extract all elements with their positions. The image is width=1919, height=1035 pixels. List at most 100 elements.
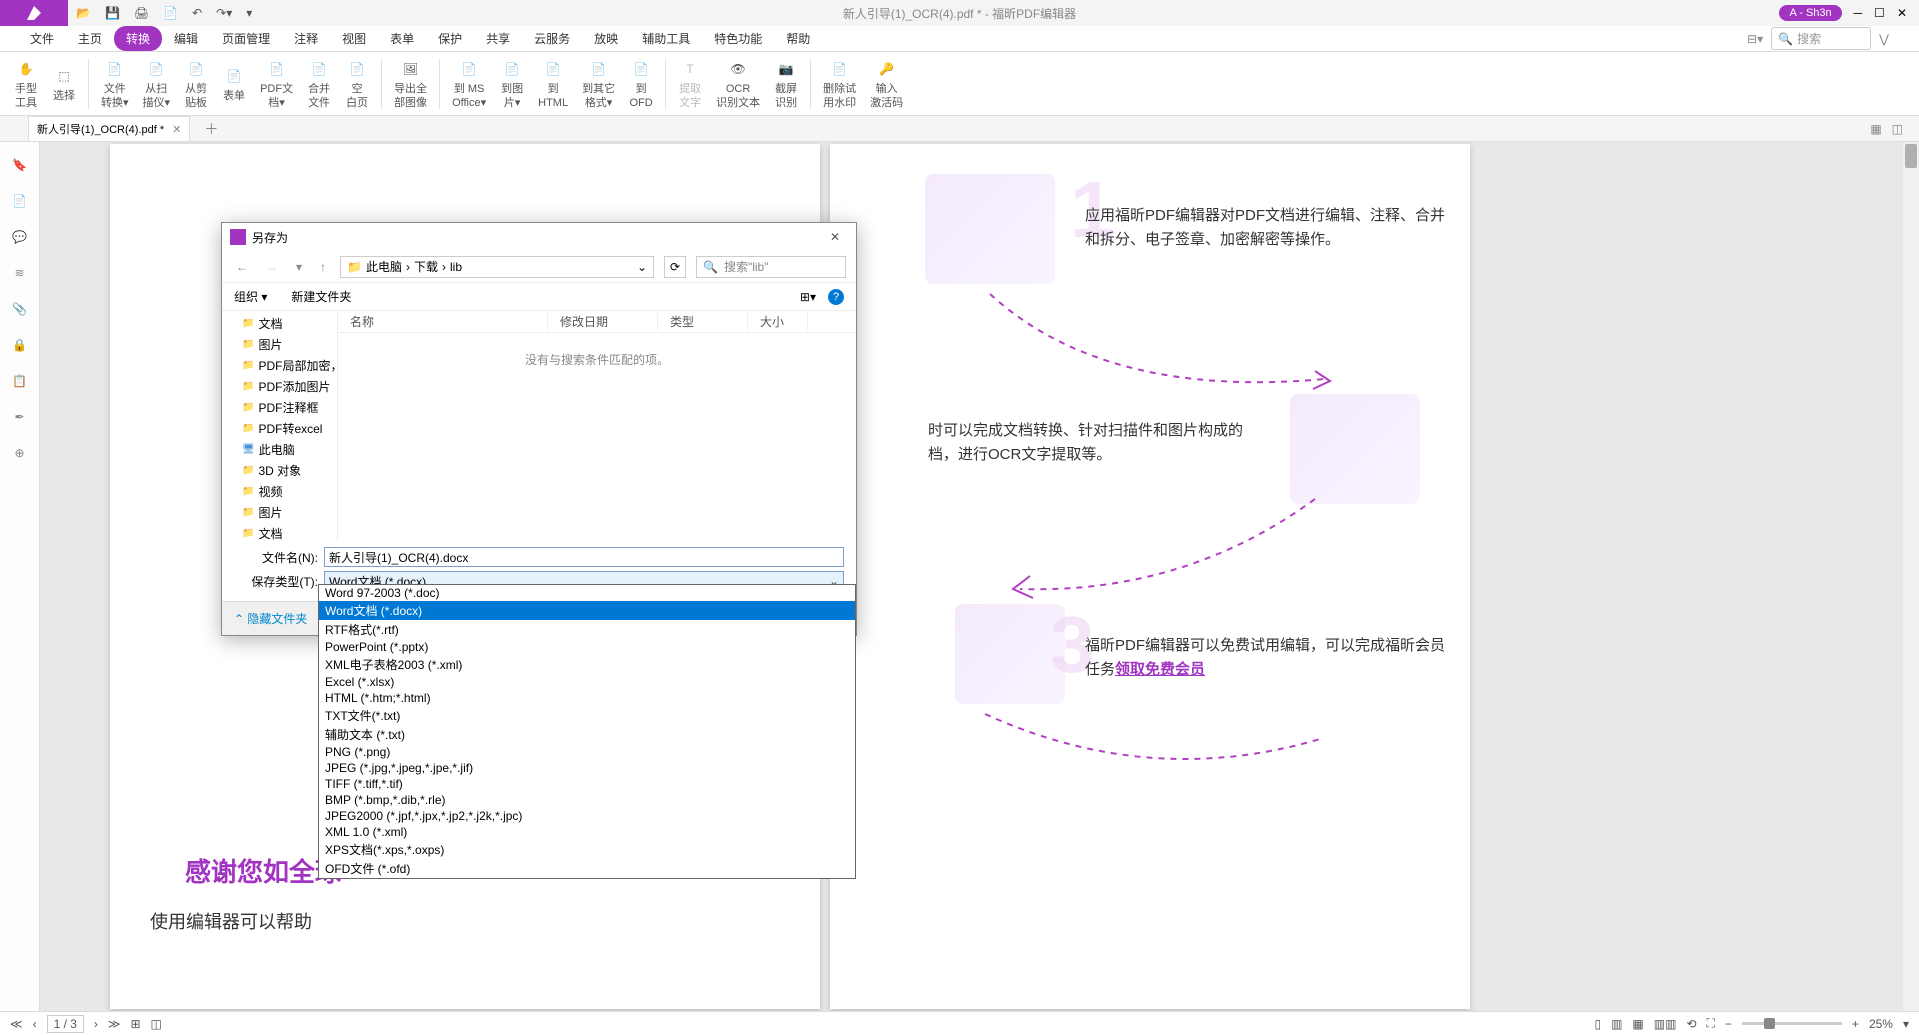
tree-node[interactable]: 📁3D 对象 [222,460,337,481]
filetype-option[interactable]: HTML (*.htm;*.html) [319,690,855,706]
ribbon-remove-trial-watermark[interactable]: 📄删除试 用水印 [817,55,862,111]
tree-node[interactable]: 📁PDF局部加密，F [222,355,337,376]
menu-表单[interactable]: 表单 [378,26,426,51]
view-grid-icon[interactable]: ▦ [1870,122,1881,136]
next-page-icon[interactable]: › [94,1017,98,1031]
qat-redo-icon[interactable]: ↷▾ [216,6,232,20]
nav-up-icon[interactable]: ↑ [316,258,330,276]
filetype-option[interactable]: XML 1.0 (*.xml) [319,824,855,840]
tree-node[interactable]: 📁图片 [222,334,337,355]
rotate-icon[interactable]: ⟲ [1686,1017,1696,1031]
ribbon-screenshot-ocr[interactable]: 📷截屏 识别 [768,55,804,111]
tree-node[interactable]: 📁文档 [222,523,337,541]
search-box[interactable]: 🔍 搜索 [1771,27,1871,50]
zoom-out-icon[interactable]: − [1725,1017,1732,1031]
col-date[interactable]: 修改日期 [548,313,658,330]
menu-放映[interactable]: 放映 [582,26,630,51]
sidebar-comment-icon[interactable]: 💬 [12,230,27,244]
ribbon-pdf-file[interactable]: 📄PDF文 档▾ [254,55,299,111]
sidebar-attach-icon[interactable]: 📎 [12,302,27,316]
sidebar-form-icon[interactable]: 📋 [12,374,27,388]
menu-注释[interactable]: 注释 [282,26,330,51]
filetype-option[interactable]: OFD文件 (*.ofd) [319,859,855,878]
close-icon[interactable]: ✕ [1897,6,1907,20]
qat-more-icon[interactable]: ▾ [246,6,252,20]
filetype-option[interactable]: PowerPoint (*.pptx) [319,639,855,655]
free-member-link[interactable]: 领取免费会员 [1115,661,1205,678]
reading-mode-icon[interactable]: ◫ [151,1017,162,1031]
filetype-option[interactable]: TIFF (*.tiff,*.tif) [319,776,855,792]
ribbon-to-html[interactable]: 📄到 HTML [532,55,574,111]
sidebar-security-icon[interactable]: 🔒 [12,338,27,352]
filetype-option[interactable]: JPEG (*.jpg,*.jpeg,*.jpe,*.jif) [319,760,855,776]
filetype-option[interactable]: JPEG2000 (*.jpf,*.jpx,*.jp2,*.j2k,*.jpc) [319,808,855,824]
qat-print-icon[interactable]: 🖨 [134,6,149,20]
vertical-scrollbar[interactable] [1903,142,1919,1012]
filetype-option[interactable]: Excel (*.xlsx) [319,674,855,690]
menu-保护[interactable]: 保护 [426,26,474,51]
qat-open-icon[interactable]: 📂 [76,6,91,20]
file-list[interactable]: 名称 修改日期 类型 大小 没有与搜索条件匹配的项。 [338,311,856,541]
view-facing-cont-icon[interactable]: ▥▥ [1654,1017,1677,1031]
help-icon[interactable]: ? [828,289,844,305]
qat-undo-icon[interactable]: ↶ [192,6,202,20]
view-continuous-icon[interactable]: ▥ [1611,1017,1622,1031]
nav-back-icon[interactable]: ← [232,258,252,276]
sidebar-layers-icon[interactable]: ≋ [14,266,24,280]
filename-input[interactable] [324,547,844,567]
breadcrumb-dropdown-icon[interactable]: ⌄ [637,260,647,274]
view-mode-icon[interactable]: ⊞▾ [800,290,816,304]
reflow-icon[interactable]: ⊞ [130,1017,140,1031]
tab-add-icon[interactable]: ＋ [204,119,218,139]
col-size[interactable]: 大小 [748,313,808,330]
sidebar-bookmark-icon[interactable]: 🔖 [12,158,27,172]
hide-folders-toggle[interactable]: ⌃ 隐藏文件夹 [234,610,307,627]
document-tab[interactable]: 新人引导(1)_OCR(4).pdf * ✕ [28,116,190,141]
col-type[interactable]: 类型 [658,313,748,330]
ribbon-from-scanner[interactable]: 📄从扫 描仪▾ [137,55,177,111]
tree-node[interactable]: 📁文档 [222,313,337,334]
sidebar-sign-icon[interactable]: ✒ [14,410,24,424]
qat-blank-icon[interactable]: 📄 [163,6,178,20]
tree-node[interactable]: 📁视频 [222,481,337,502]
ribbon-collapse-icon[interactable]: ⋁ [1879,32,1889,46]
tree-node[interactable]: 📁PDF添加图片 [222,376,337,397]
menu-主页[interactable]: 主页 [66,26,114,51]
prev-page-icon[interactable]: ‹ [33,1017,37,1031]
tree-node[interactable]: 📁PDF转excel [222,418,337,439]
menu-共享[interactable]: 共享 [474,26,522,51]
ribbon-to-ofd[interactable]: 📄到 OFD [623,55,659,111]
view-panel-icon[interactable]: ◫ [1892,122,1903,136]
ribbon-to-image[interactable]: 📄到图 片▾ [494,55,530,111]
tab-close-icon[interactable]: ✕ [172,123,181,136]
organize-button[interactable]: 组织 ▾ [234,288,267,305]
filetype-option[interactable]: RTF格式(*.rtf) [319,620,855,639]
menu-云服务[interactable]: 云服务 [522,26,582,51]
breadcrumb-seg[interactable]: 下载 [414,258,438,275]
ribbon-from-clipboard[interactable]: 📄从剪 贴板 [178,55,214,111]
dialog-close-icon[interactable]: ✕ [822,228,848,246]
menu-特色功能[interactable]: 特色功能 [702,26,774,51]
menu-编辑[interactable]: 编辑 [162,26,210,51]
menu-帮助[interactable]: 帮助 [774,26,822,51]
qat-save-icon[interactable]: 💾 [105,6,120,20]
maximize-icon[interactable]: ☐ [1874,6,1885,20]
fit-icon[interactable]: ⛶ [1707,1016,1715,1031]
page-indicator[interactable]: 1 / 3 [47,1015,84,1033]
zoom-level[interactable]: 25% [1869,1017,1893,1031]
zoom-dropdown-icon[interactable]: ▾ [1903,1017,1909,1031]
zoom-slider[interactable] [1742,1022,1842,1025]
menu-文件[interactable]: 文件 [18,26,66,51]
ribbon-to-other[interactable]: 📄到其它 格式▾ [576,55,621,111]
last-page-icon[interactable]: ≫ [108,1017,121,1031]
sidebar-pages-icon[interactable]: 📄 [12,194,27,208]
breadcrumb-bar[interactable]: 📁 此电脑› 下载› lib ⌄ [340,256,654,278]
refresh-icon[interactable]: ⟳ [664,256,686,278]
new-folder-button[interactable]: 新建文件夹 [291,288,351,305]
ribbon-merge[interactable]: 📄合并 文件 [301,55,337,111]
filetype-option[interactable]: 辅助文本 (*.txt) [319,725,855,744]
filetype-option[interactable]: Word文档 (*.docx) [319,601,855,620]
filetype-option[interactable]: PNG (*.png) [319,744,855,760]
ribbon-form[interactable]: 📄表单 [216,62,252,105]
view-single-icon[interactable]: ▯ [1594,1017,1601,1031]
